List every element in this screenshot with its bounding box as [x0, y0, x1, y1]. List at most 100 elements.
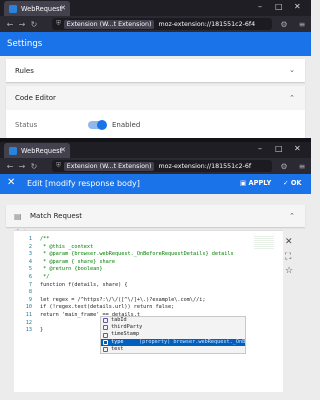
shield-icon: ⛨: [56, 20, 61, 27]
forward-icon[interactable]: →: [16, 20, 28, 29]
suggestion-item[interactable]: tabId: [101, 317, 245, 324]
suggestion-label: type: [111, 338, 124, 345]
code-text: let regex = /^https?:\/\/([^\/]+\.)?exam…: [40, 296, 206, 303]
overflow-icon[interactable]: ≡: [296, 162, 308, 171]
suggestion-label: test: [111, 345, 124, 352]
line-number: 4: [28, 258, 32, 265]
suggestion-item[interactable]: type (property) browser.webRequest._OnBef…: [101, 338, 245, 346]
match-icon: ▤: [14, 212, 22, 221]
window2-tab[interactable]: WebRequest ✕: [4, 143, 70, 158]
chevron-up-icon: ⌃: [289, 212, 295, 220]
line-number: 3: [28, 251, 32, 258]
line-number: 13: [25, 327, 32, 334]
forward-icon[interactable]: →: [16, 162, 28, 171]
extension-chip: Extension (W...t Extension): [63, 161, 155, 171]
match-request-label: Match Request: [30, 212, 83, 220]
rules-label: Rules: [15, 67, 34, 75]
code-text: * @this _context: [40, 243, 94, 250]
fullscreen-icon[interactable]: ⛶: [285, 252, 291, 262]
line-number: 6: [28, 274, 32, 280]
suggestion-item[interactable]: timeStamp: [101, 331, 245, 338]
code-editor-panel-header[interactable]: Code Editor ⌃: [6, 86, 305, 110]
code-text: if (!regex.test(details.url)) return fal…: [40, 304, 175, 311]
close-window-icon[interactable]: ✕: [294, 2, 301, 11]
edit-title: Edit [modify response body]: [27, 179, 140, 188]
close-window-icon[interactable]: ✕: [294, 144, 301, 153]
code-text: * @param { share} share: [40, 258, 115, 265]
close-tab-icon[interactable]: ✕: [60, 146, 66, 154]
apply-label: APPLY: [248, 179, 272, 187]
code-editor-panel-body: Status Enabled: [6, 110, 305, 138]
status-toggle[interactable]: [88, 120, 107, 130]
overflow-icon[interactable]: ≡: [296, 20, 308, 29]
maximize-icon[interactable]: □: [275, 2, 283, 11]
status-value: Enabled: [112, 121, 141, 129]
code-text: /**: [40, 236, 50, 242]
suggestion-label: timeStamp: [111, 331, 140, 338]
line-number: 12: [25, 319, 32, 326]
apply-button[interactable]: ▣ APPLY: [240, 179, 271, 187]
code-text: }: [40, 327, 44, 334]
window1-titlebar: WebRequest ✕ – □ ✕: [0, 0, 311, 16]
ok-label: OK: [290, 179, 302, 187]
suggestion-label: tabId: [111, 317, 127, 323]
close-editor-icon[interactable]: ✕: [7, 177, 15, 188]
settings-header: Settings: [0, 32, 311, 56]
minimize-icon[interactable]: –: [258, 144, 262, 153]
code-text: function f(details, share) {: [40, 281, 128, 288]
line-number: 2: [28, 243, 32, 250]
window1-navbar: ← → ↻ ⛨ Extension (W...t Extension) moz-…: [0, 16, 311, 32]
code-text: */: [40, 274, 50, 280]
line-number: 10: [25, 304, 32, 311]
back-icon[interactable]: ←: [4, 162, 16, 171]
chevron-down-icon: ⌄: [289, 66, 295, 74]
code-editor[interactable]: 1 /** 2 * @this _context 3 * @param {browse…: [14, 230, 283, 392]
tab-title: WebRequest: [21, 4, 63, 13]
reload-icon[interactable]: ↻: [28, 162, 40, 171]
property-icon: [103, 339, 108, 345]
extension-favicon-icon: [9, 4, 17, 13]
shield-icon: ⛨: [56, 162, 61, 169]
code-text: * @return {boolean}: [40, 266, 103, 273]
star-icon[interactable]: ☆: [285, 266, 293, 276]
code-editor-label: Code Editor: [15, 94, 56, 102]
property-icon: [103, 325, 108, 331]
property-icon: [103, 332, 108, 338]
line-number: 11: [25, 312, 32, 318]
line-number: 1: [28, 236, 32, 242]
minimap[interactable]: [254, 236, 274, 250]
window1-tab[interactable]: WebRequest ✕: [4, 1, 70, 16]
close-icon[interactable]: ✕: [285, 237, 293, 247]
maximize-icon[interactable]: □: [275, 144, 283, 153]
code-text: * @param {browser.webRequest._OnBeforeRe…: [40, 251, 234, 258]
save-icon: ▣: [240, 179, 247, 187]
property-icon: [103, 318, 108, 324]
line-number: 7: [28, 281, 32, 288]
address-bar[interactable]: ⛨ Extension (W...t Extension) moz-extens…: [52, 18, 272, 30]
line-number: 8: [28, 289, 32, 296]
reload-icon[interactable]: ↻: [28, 20, 40, 29]
line-number: 9: [28, 296, 32, 303]
window2-navbar: ← → ↻ ⛨ Extension (W...t Extension) moz-…: [0, 158, 311, 174]
autocomplete-popup[interactable]: tabId thirdParty timeStamp type (property) b…: [100, 316, 246, 354]
check-icon: ✓: [283, 179, 289, 187]
suggestion-list: tabId thirdParty timeStamp type (property) b…: [101, 317, 245, 353]
line-number: 5: [28, 266, 32, 273]
suggestion-item[interactable]: thirdParty: [101, 324, 245, 331]
back-icon[interactable]: ←: [4, 20, 16, 29]
extensions-icon[interactable]: ⚙: [278, 162, 290, 171]
extensions-icon[interactable]: ⚙: [278, 20, 290, 29]
match-request-panel[interactable]: ▤ Match Request ⌃: [6, 205, 305, 227]
minimize-icon[interactable]: –: [258, 2, 262, 11]
property-icon: [103, 346, 108, 352]
address-bar[interactable]: ⛨ Extension (W...t Extension) moz-extens…: [52, 160, 272, 172]
window2-titlebar: WebRequest ✕ – □ ✕: [0, 142, 311, 158]
close-tab-icon[interactable]: ✕: [60, 4, 66, 12]
edit-header: ✕ Edit [modify response body] ▣ APPLY ✓ …: [0, 174, 311, 194]
tab-title: WebRequest: [21, 146, 63, 155]
ok-button[interactable]: ✓ OK: [283, 179, 302, 187]
toggle-knob: [97, 120, 107, 130]
suggestion-item[interactable]: test: [101, 346, 245, 353]
rules-panel[interactable]: Rules ⌄: [6, 59, 305, 82]
chevron-up-icon: ⌃: [289, 94, 295, 102]
